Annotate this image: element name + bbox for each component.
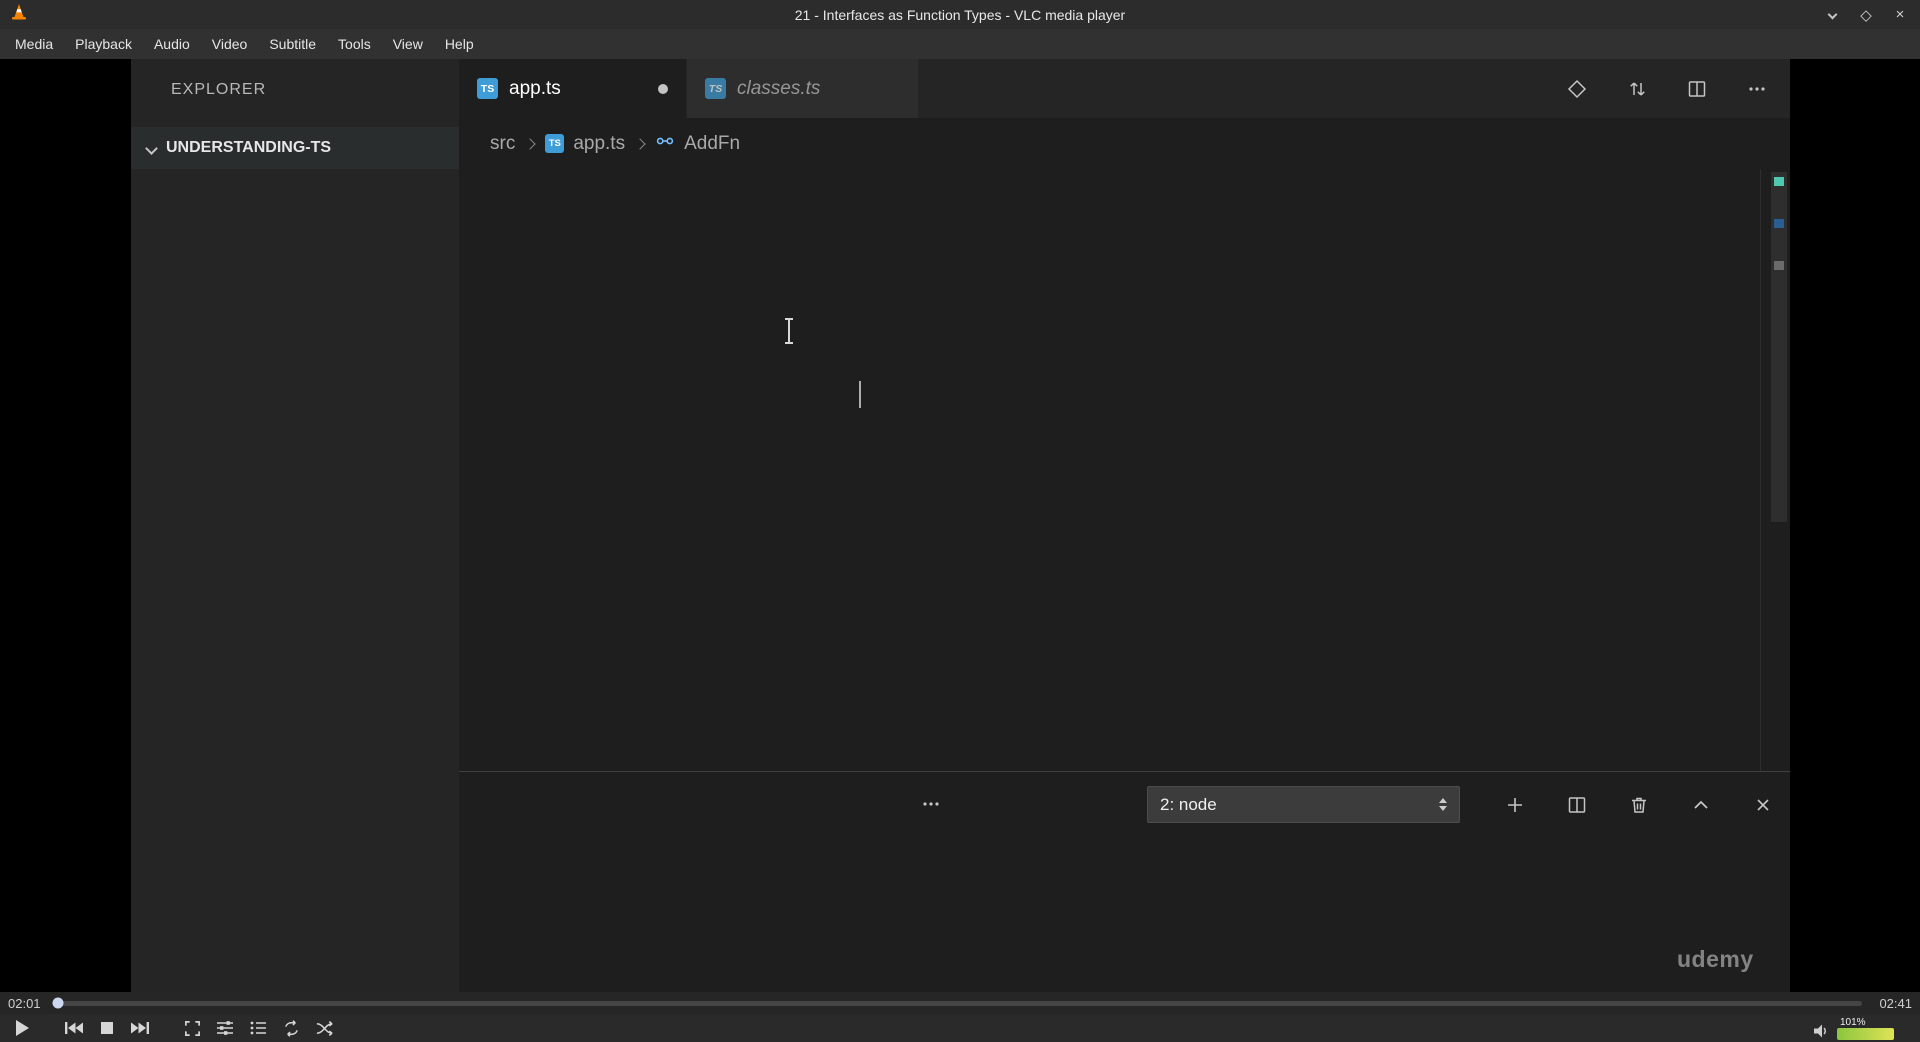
fullscreen-button[interactable] [180, 1016, 204, 1040]
menu-video[interactable]: Video [201, 32, 259, 56]
previous-button[interactable] [62, 1016, 86, 1040]
total-time: 02:41 [1879, 995, 1912, 1011]
explorer-title: EXPLORER [171, 81, 267, 98]
new-terminal-icon[interactable] [1504, 794, 1526, 816]
vlc-menubar: Media Playback Audio Video Subtitle Tools View… [0, 29, 1920, 59]
ts-file-icon: TS [477, 78, 498, 99]
overview-mark [1774, 219, 1784, 228]
vscode-screen: EXPLORER UNDERSTANDING-TS TS app.ts TS c… [131, 59, 1790, 992]
window-title: 21 - Interfaces as Function Types - VLC … [794, 6, 1126, 23]
next-button[interactable] [128, 1016, 152, 1040]
elapsed-time: 02:01 [8, 995, 41, 1011]
maximize-button[interactable]: ◇ [1858, 7, 1874, 24]
editor-tabbar: TS app.ts TS classes.ts [459, 59, 1790, 118]
seek-slider[interactable] [52, 997, 1862, 1009]
breadcrumb-item-file[interactable]: app.ts [573, 133, 625, 155]
mouse-cursor [781, 317, 797, 350]
volume-control[interactable]: 101% [1812, 1017, 1894, 1040]
chevron-down-icon [145, 141, 158, 155]
menu-view[interactable]: View [382, 32, 434, 56]
breadcrumb-item-symbol[interactable]: AddFn [684, 133, 740, 155]
overview-mark [1774, 261, 1784, 270]
breadcrumb-item-src[interactable]: src [490, 133, 515, 155]
vlc-titlebar: 21 - Interfaces as Function Types - VLC … [0, 0, 1920, 29]
minimize-button[interactable] [1824, 7, 1840, 23]
udemy-watermark: udemy [1677, 946, 1754, 972]
volume-slider[interactable] [1837, 1027, 1894, 1040]
breadcrumb: src TS app.ts AddFn [459, 118, 1760, 169]
video-area[interactable]: EXPLORER UNDERSTANDING-TS TS app.ts TS c… [0, 59, 1920, 992]
vlc-seek-row: 02:01 02:41 [0, 992, 1920, 1014]
chevron-right-icon [634, 137, 646, 150]
panel-actions [1504, 786, 1774, 823]
terminal-output[interactable] [500, 852, 1750, 992]
ts-file-icon: TS [545, 134, 565, 153]
open-changes-icon[interactable] [1566, 78, 1588, 100]
play-button[interactable] [10, 1016, 34, 1040]
vlc-window: 21 - Interfaces as Function Types - VLC … [0, 0, 1920, 1042]
stop-button[interactable] [95, 1016, 119, 1040]
shell-select-value: 2: node [1160, 794, 1217, 814]
compare-changes-icon[interactable] [1626, 78, 1648, 100]
speaker-icon [1812, 1022, 1830, 1040]
overview-ruler[interactable] [1760, 169, 1790, 771]
root-folder-label: UNDERSTANDING-TS [166, 139, 332, 156]
menu-playback[interactable]: Playback [64, 32, 143, 56]
close-button[interactable]: × [1892, 6, 1908, 23]
kill-terminal-icon[interactable] [1628, 794, 1650, 816]
extended-settings-button[interactable] [213, 1016, 237, 1040]
tab-label: app.ts [509, 77, 561, 99]
chevron-down-icon [1827, 9, 1837, 20]
select-arrows-icon [1439, 798, 1447, 811]
editor-actions [1566, 59, 1768, 118]
split-editor-icon[interactable] [1686, 78, 1708, 100]
playlist-button[interactable] [246, 1016, 270, 1040]
maximize-panel-icon[interactable] [1690, 794, 1712, 816]
symbol-interface-icon [655, 131, 675, 157]
terminal-panel: 2: node udemy [459, 771, 1790, 992]
menu-help[interactable]: Help [434, 32, 485, 56]
code-lines[interactable] [459, 169, 1760, 771]
vlc-controls: 101% [0, 1014, 1920, 1042]
close-panel-icon[interactable] [1752, 794, 1774, 816]
terminal-shell-select[interactable]: 2: node [1147, 786, 1460, 823]
ts-file-icon: TS [705, 78, 726, 99]
tree-root-understanding-ts[interactable]: UNDERSTANDING-TS [131, 127, 459, 169]
split-terminal-icon[interactable] [1566, 794, 1588, 816]
chevron-right-icon [524, 137, 536, 150]
tab-app-ts[interactable]: TS app.ts [459, 59, 686, 118]
more-actions-icon[interactable] [1746, 78, 1768, 100]
menu-audio[interactable]: Audio [143, 32, 201, 56]
menu-tools[interactable]: Tools [327, 32, 382, 56]
tab-label: classes.ts [737, 77, 821, 99]
seek-handle[interactable] [52, 997, 64, 1009]
tab-classes-ts[interactable]: TS classes.ts [686, 59, 918, 118]
overview-mark [1774, 177, 1784, 186]
shuffle-button[interactable] [312, 1016, 336, 1040]
explorer-sidebar: EXPLORER UNDERSTANDING-TS [131, 59, 459, 992]
menu-media[interactable]: Media [4, 32, 64, 56]
text-cursor [859, 381, 861, 408]
menu-subtitle[interactable]: Subtitle [258, 32, 327, 56]
volume-percent: 101% [1840, 1016, 1866, 1028]
loop-button[interactable] [279, 1016, 303, 1040]
editor-area: TS app.ts TS classes.ts src TS app.ts Ad… [459, 59, 1790, 992]
panel-more-actions-icon[interactable] [919, 792, 943, 816]
modified-dot-icon[interactable] [658, 83, 668, 94]
